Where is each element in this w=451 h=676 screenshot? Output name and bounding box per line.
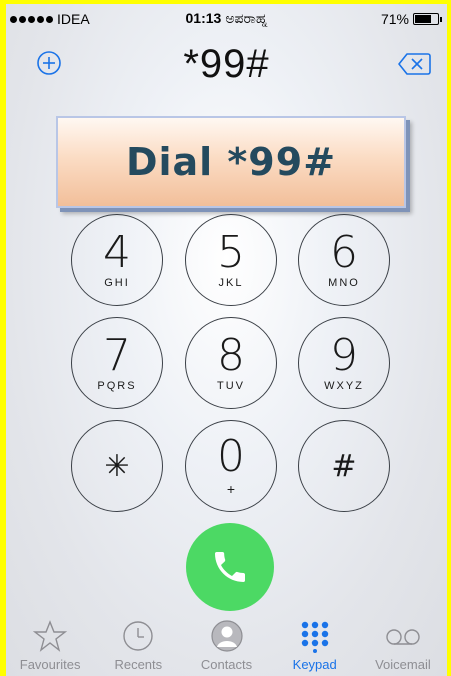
time-suffix: ಅಪರಾಹ್ನ <box>225 10 268 26</box>
battery-info: 71% <box>380 11 442 27</box>
key-digit: 0 <box>217 431 245 482</box>
key-digit: 5 <box>217 227 245 278</box>
star-icon <box>33 620 68 652</box>
key-symbol: # <box>331 448 357 484</box>
battery-percent: 71% <box>380 11 409 27</box>
tab-recents[interactable]: Recents <box>94 616 182 676</box>
key-letters: + <box>226 481 236 497</box>
clock-icon <box>123 621 153 651</box>
dialed-number: *99# <box>183 42 270 86</box>
key-0[interactable]: 0 + <box>185 420 277 512</box>
key-hash[interactable]: # <box>298 420 390 512</box>
key-6[interactable]: 6 MNO <box>298 214 390 306</box>
key-letters: TUV <box>217 380 245 392</box>
key-letters: MNO <box>328 277 360 289</box>
key-5[interactable]: 5 JKL <box>185 214 277 306</box>
keypad-icon <box>301 621 328 653</box>
key-9[interactable]: 9 WXYZ <box>298 317 390 409</box>
tab-label: Contacts <box>200 657 253 672</box>
key-letters: WXYZ <box>324 380 364 392</box>
tab-label: Voicemail <box>375 657 431 672</box>
key-8[interactable]: 8 TUV <box>185 317 277 409</box>
call-button[interactable] <box>186 523 274 611</box>
key-digit: 4 <box>103 227 131 278</box>
phone-screen: IDEA 01:13 ಅಪರಾಹ್ನ 71% *99# Dial *99# 4 G… <box>6 4 447 676</box>
key-digit: 9 <box>330 330 358 381</box>
key-digit: 6 <box>330 227 358 278</box>
tab-favourites[interactable]: Favourites <box>6 616 94 676</box>
key-7[interactable]: 7 PQRS <box>71 317 163 409</box>
banner-text: Dial *99# <box>125 140 337 184</box>
key-star[interactable]: ✳ <box>71 420 163 512</box>
star-symbol-icon: ✳ <box>104 448 130 484</box>
dial-instruction-banner: Dial *99# <box>56 116 406 208</box>
tab-voicemail[interactable]: Voicemail <box>359 616 447 676</box>
battery-icon <box>413 13 442 25</box>
tab-label: Keypad <box>292 657 337 672</box>
key-letters: JKL <box>218 277 244 289</box>
key-4[interactable]: 4 GHI <box>71 214 163 306</box>
tab-contacts[interactable]: Contacts <box>182 616 270 676</box>
key-digit: 7 <box>103 330 131 381</box>
tab-bar: Favourites Recents Contacts Keypad Voice… <box>6 616 447 676</box>
key-letters: PQRS <box>97 380 137 392</box>
tab-label: Recents <box>114 657 163 672</box>
tab-label: Favourites <box>19 657 81 672</box>
key-digit: 8 <box>217 330 245 381</box>
time-value: 01:13 <box>185 10 222 26</box>
backspace-icon[interactable] <box>397 52 431 76</box>
person-icon <box>210 620 243 652</box>
tab-keypad[interactable]: Keypad <box>271 616 359 676</box>
voicemail-icon <box>386 629 420 645</box>
phone-icon <box>215 552 245 582</box>
key-letters: GHI <box>104 277 130 289</box>
status-bar: IDEA 01:13 ಅಪರಾಹ್ನ 71% <box>6 4 447 32</box>
